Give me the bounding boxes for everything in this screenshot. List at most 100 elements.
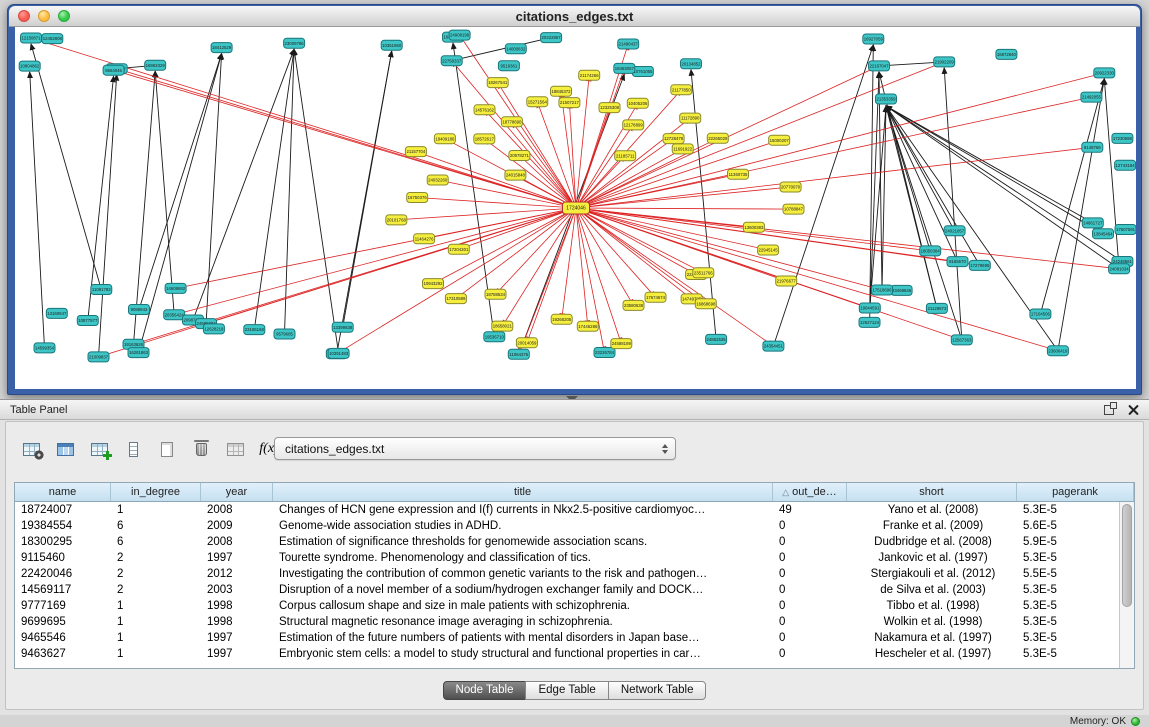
- graph-node[interactable]: 18845372: [551, 86, 572, 96]
- cell-title[interactable]: Estimation of the future numbers of pati…: [273, 632, 773, 644]
- graph-node[interactable]: 17230698: [1112, 133, 1133, 143]
- cell-year[interactable]: 1997: [201, 552, 273, 564]
- graph-node[interactable]: 21157704: [405, 147, 426, 157]
- cell-in-degree[interactable]: 1: [111, 616, 201, 628]
- column-header-title[interactable]: title: [273, 483, 773, 501]
- cell-pagerank[interactable]: 5.3E-5: [1017, 648, 1119, 660]
- table-row[interactable]: 2242004622012Investigating the contribut…: [15, 566, 1119, 582]
- graph-node[interactable]: 11064375: [508, 349, 529, 359]
- cell-title[interactable]: Corpus callosum shape and size in male p…: [273, 600, 773, 612]
- minimize-window-button[interactable]: [38, 10, 50, 22]
- graph-node[interactable]: 13845464: [1093, 229, 1114, 239]
- table-settings-button[interactable]: [16, 435, 46, 463]
- cell-title[interactable]: Tourette syndrome. Phenomenology and cla…: [273, 552, 773, 564]
- cell-in-degree[interactable]: 1: [111, 648, 201, 660]
- graph-node[interactable]: 8664046: [103, 65, 124, 75]
- close-window-button[interactable]: [18, 10, 30, 22]
- graph-node[interactable]: 10351860: [381, 40, 402, 50]
- table-row[interactable]: 1872400712008Changes of HCN gene express…: [15, 502, 1119, 518]
- vertical-scrollbar[interactable]: [1119, 502, 1134, 668]
- cell-pagerank[interactable]: 5.3E-5: [1017, 600, 1119, 612]
- cell-short[interactable]: Stergiakouli et al. (2012): [847, 568, 1017, 580]
- cell-title[interactable]: Structural magnetic resonance image aver…: [273, 616, 773, 628]
- graph-node[interactable]: 21492055: [1081, 92, 1102, 102]
- graph-node[interactable]: 24081034: [1109, 264, 1130, 274]
- graph-node[interactable]: 8165670: [947, 257, 968, 267]
- graph-node[interactable]: 11691922: [672, 144, 693, 154]
- graph-node[interactable]: 13600383: [743, 222, 764, 232]
- graph-node[interactable]: 21009837: [88, 352, 109, 362]
- graph-node[interactable]: 22758337: [441, 56, 462, 66]
- graph-node[interactable]: 23511766: [693, 268, 714, 278]
- graph-node[interactable]: 24908199: [449, 30, 470, 40]
- graph-node[interactable]: 23580638: [623, 300, 644, 310]
- cell-name[interactable]: 9115460: [15, 552, 111, 564]
- cell-out-de[interactable]: 0: [773, 552, 847, 564]
- graph-node[interactable]: 23165168: [244, 325, 265, 335]
- graph-node[interactable]: 22167047: [869, 61, 890, 71]
- graph-node[interactable]: 12178899: [623, 120, 644, 130]
- cell-year[interactable]: 2008: [201, 504, 273, 516]
- cell-year[interactable]: 1998: [201, 616, 273, 628]
- graph-node[interactable]: 14599354: [34, 343, 55, 353]
- graph-node[interactable]: 11464276: [414, 234, 435, 244]
- table-source-dropdown[interactable]: citations_edges.txt: [274, 437, 676, 460]
- window-titlebar[interactable]: citations_edges.txt: [9, 6, 1140, 27]
- graph-node[interactable]: 21185711: [615, 151, 636, 161]
- graph-node[interactable]: 21902209: [934, 57, 955, 67]
- graph-node[interactable]: 18778690: [501, 117, 522, 127]
- cell-out-de[interactable]: 0: [773, 648, 847, 660]
- graph-node[interactable]: 11172890: [680, 113, 701, 123]
- scrollbar-thumb[interactable]: [1122, 504, 1132, 607]
- graph-node[interactable]: 18788534: [485, 289, 506, 299]
- graph-node[interactable]: 14576162: [474, 105, 495, 115]
- graph-node[interactable]: 10943292: [423, 279, 444, 289]
- cell-out-de[interactable]: 0: [773, 536, 847, 548]
- cell-out-de[interactable]: 0: [773, 520, 847, 532]
- cell-year[interactable]: 2003: [201, 584, 273, 596]
- cell-title[interactable]: Estimation of significance thresholds fo…: [273, 536, 773, 548]
- graph-node[interactable]: 20101768: [386, 215, 407, 225]
- graph-node[interactable]: 24862535: [706, 334, 727, 344]
- graph-node[interactable]: 24015848: [505, 170, 526, 180]
- cell-short[interactable]: Wolkin et al. (1998): [847, 616, 1017, 628]
- table-row[interactable]: 1830029562008Estimation of significance …: [15, 534, 1119, 550]
- graph-node[interactable]: 18267541: [487, 78, 508, 88]
- graph-node[interactable]: 1724046: [563, 202, 590, 214]
- column-header-in-degree[interactable]: in_degree: [111, 483, 201, 501]
- cell-short[interactable]: Hescheler et al. (1997): [847, 648, 1017, 660]
- cell-name[interactable]: 18724007: [15, 504, 111, 516]
- graph-node[interactable]: 19463057: [614, 63, 635, 73]
- graph-node[interactable]: 20134852: [681, 59, 702, 69]
- graph-node[interactable]: 23606419: [1047, 346, 1068, 356]
- cell-year[interactable]: 2009: [201, 520, 273, 532]
- column-header-out-de[interactable]: △out_de…: [773, 483, 847, 501]
- graph-node[interactable]: 21490437: [618, 39, 639, 49]
- cell-year[interactable]: 2012: [201, 568, 273, 580]
- graph-node[interactable]: 10788847: [783, 204, 804, 214]
- graph-node[interactable]: 16750376: [407, 193, 428, 203]
- cell-pagerank[interactable]: 5.5E-5: [1017, 568, 1119, 580]
- cell-title[interactable]: Disruption of a novel member of a sodium…: [273, 584, 773, 596]
- cell-out-de[interactable]: 0: [773, 600, 847, 612]
- cell-in-degree[interactable]: 6: [111, 536, 201, 548]
- graph-node[interactable]: 14000832: [505, 44, 526, 54]
- graph-node[interactable]: 21507217: [559, 98, 580, 108]
- graph-node[interactable]: 24588189: [611, 339, 632, 349]
- column-header-year[interactable]: year: [201, 483, 273, 501]
- cell-short[interactable]: Tibbo et al. (1998): [847, 600, 1017, 612]
- cell-short[interactable]: Yano et al. (2008): [847, 504, 1017, 516]
- network-canvas[interactable]: 2111753721902209169270591662820012452808…: [15, 27, 1136, 389]
- cell-title[interactable]: Changes of HCN gene expression and I(f) …: [273, 504, 773, 516]
- graph-node[interactable]: 10391483: [328, 348, 349, 358]
- cell-name[interactable]: 9465546: [15, 632, 111, 644]
- cell-pagerank[interactable]: 5.9E-5: [1017, 536, 1119, 548]
- cell-out-de[interactable]: 0: [773, 616, 847, 628]
- cell-short[interactable]: Nakamura et al. (1997): [847, 632, 1017, 644]
- graph-node[interactable]: 22265029: [707, 133, 728, 143]
- cell-in-degree[interactable]: 2: [111, 568, 201, 580]
- graph-node[interactable]: 19268205: [551, 314, 572, 324]
- graph-node[interactable]: 15271564: [527, 97, 548, 107]
- close-panel-icon[interactable]: [1128, 404, 1139, 415]
- graph-node[interactable]: 20978271: [509, 151, 530, 161]
